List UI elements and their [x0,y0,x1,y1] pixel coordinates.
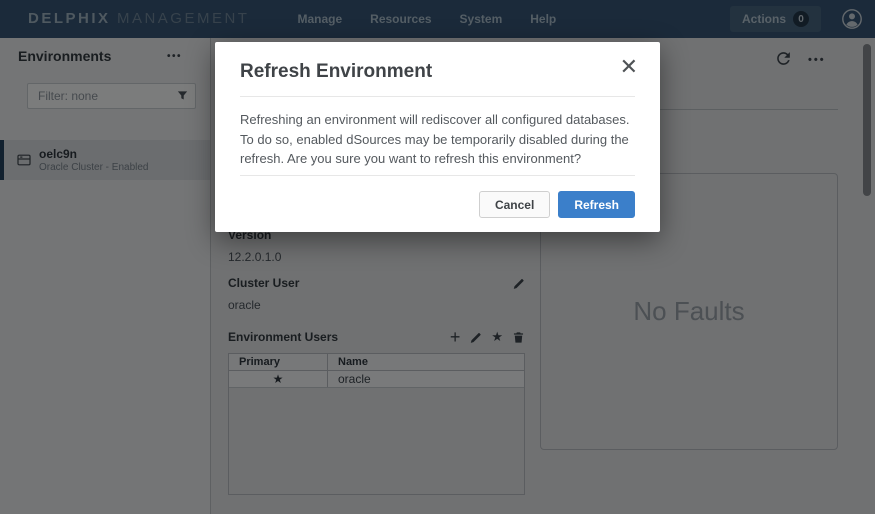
refresh-confirm-button[interactable]: Refresh [558,191,635,218]
modal-footer: Cancel Refresh [215,176,660,232]
modal-body-text: Refreshing an environment will rediscove… [215,97,660,175]
modal-header: Refresh Environment ✕ [215,42,660,96]
refresh-environment-dialog: Refresh Environment ✕ Refreshing an envi… [215,42,660,232]
modal-title: Refresh Environment [240,61,432,82]
cancel-button[interactable]: Cancel [479,191,550,218]
close-icon[interactable]: ✕ [620,56,638,78]
app: DELPHIX MANAGEMENT Manage Resources Syst… [0,0,875,514]
